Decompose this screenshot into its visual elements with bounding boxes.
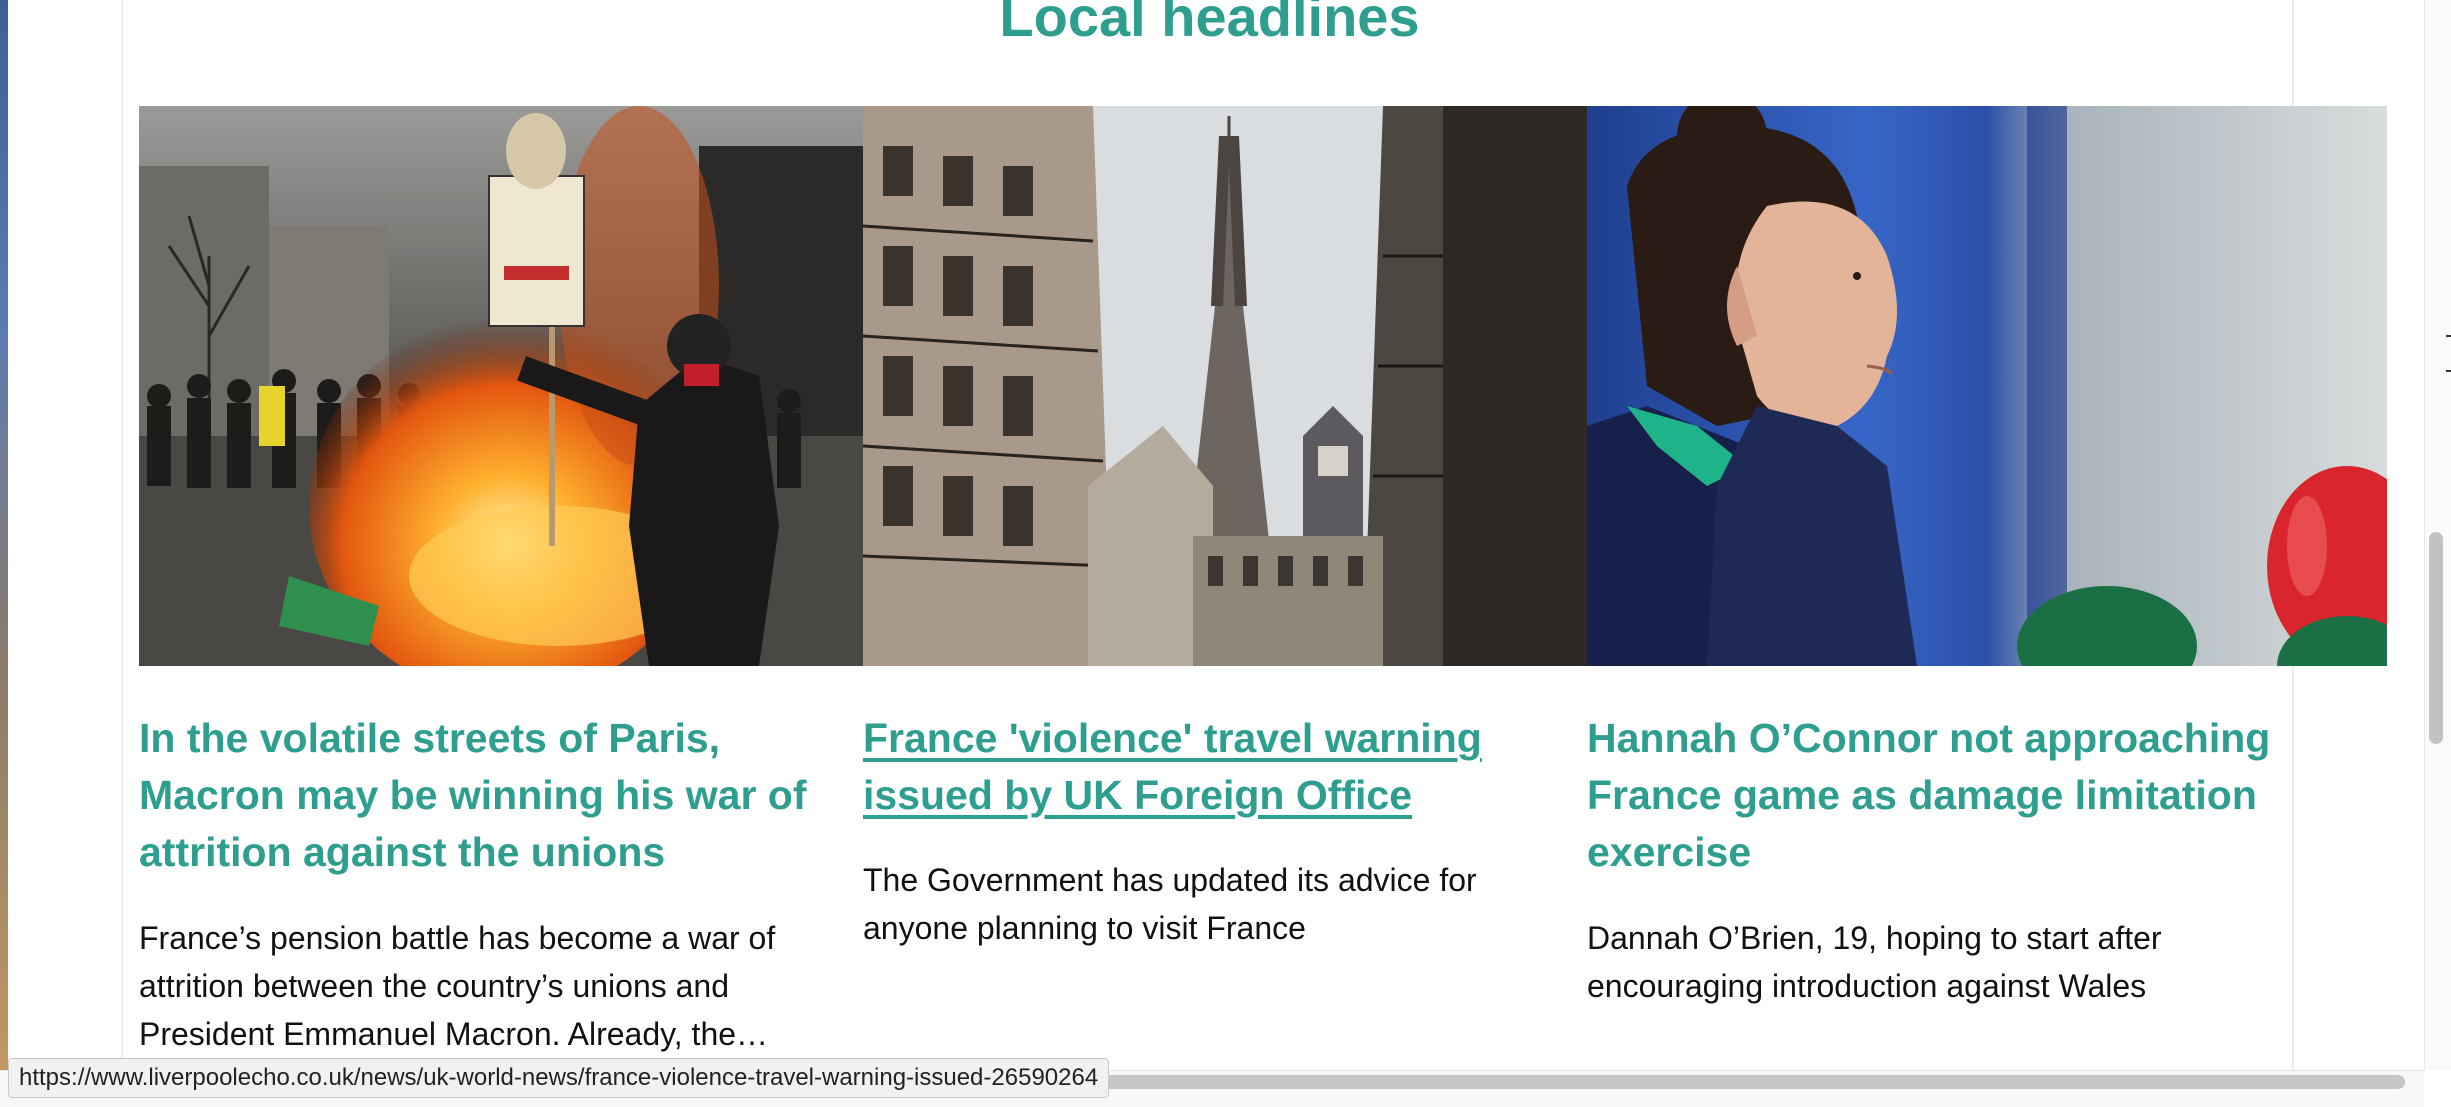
page-left-border — [121, 0, 123, 1106]
card-image-hannah-oconnor[interactable] — [1587, 106, 2387, 666]
section-title: Local headlines — [999, 0, 1420, 48]
status-bar-link-url: https://www.liverpoolecho.co.uk/news/uk-… — [8, 1058, 1110, 1098]
paris-protest-photo — [139, 106, 863, 666]
card-headline[interactable]: In the volatile streets of Paris, Macron… — [139, 710, 839, 881]
edge-tick — [2446, 370, 2451, 372]
card-headline[interactable]: Hannah O’Connor not approaching France g… — [1587, 710, 2287, 881]
edge-tick — [2446, 335, 2451, 337]
vertical-scroll-thumb[interactable] — [2429, 532, 2443, 744]
desktop-background-strip — [0, 0, 8, 1106]
card-summary: Dannah O’Brien, 19, hoping to start afte… — [1587, 920, 2162, 1004]
card-summary: The Government has updated its advice fo… — [863, 862, 1477, 946]
card-image-paris-eiffel[interactable] — [863, 106, 1587, 666]
card-headline[interactable]: France 'violence' travel warning issued … — [863, 710, 1563, 824]
hannah-oconnor-photo — [1587, 106, 2387, 666]
eiffel-street-photo — [863, 106, 1587, 666]
card-summary: France’s pension battle has become a war… — [139, 920, 776, 1052]
card-image-paris-protest[interactable] — [139, 106, 863, 666]
